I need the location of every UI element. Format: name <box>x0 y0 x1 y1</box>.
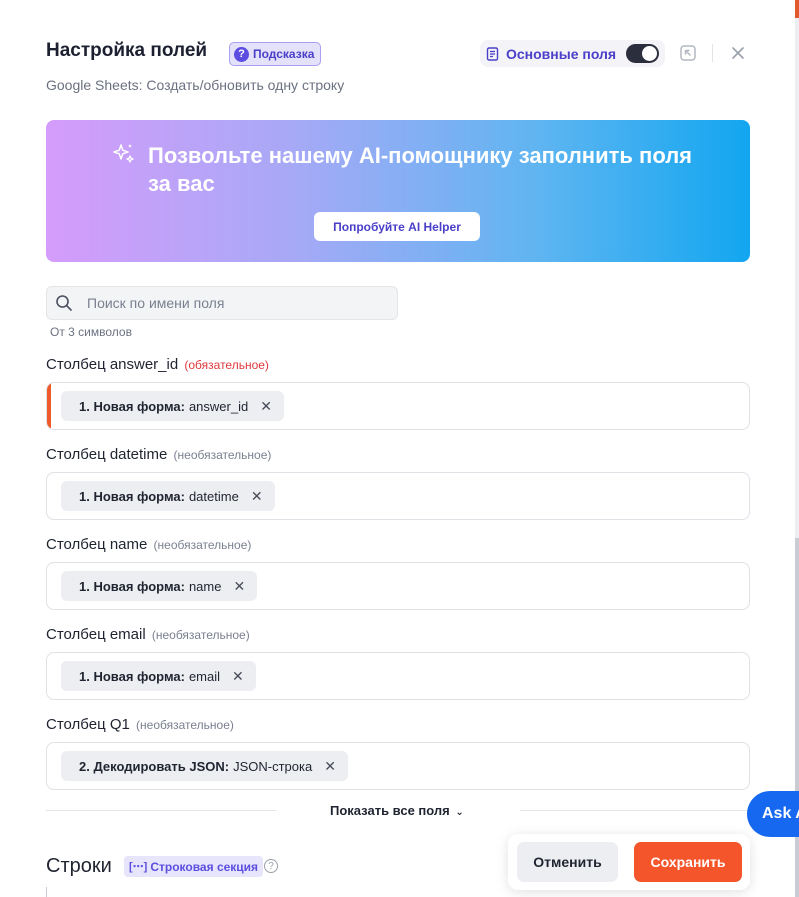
collapse-panel-icon[interactable] <box>677 42 699 64</box>
chip-source: 1. Новая форма: <box>79 488 185 504</box>
header-divider <box>712 44 713 62</box>
page-subtitle: Google Sheets: Создать/обновить одну стр… <box>46 77 345 93</box>
show-all-divider-right <box>520 810 750 811</box>
field-label-datetime: Столбец datetime (необязательное) <box>46 446 271 463</box>
search-hint: От 3 символов <box>50 325 132 339</box>
show-all-divider-left <box>46 810 276 811</box>
chip-value: answer_id <box>188 398 249 414</box>
chevron-down-icon: ⌄ <box>455 807 464 818</box>
sparkle-icon <box>112 142 136 172</box>
basic-fields-label: Основные поля <box>506 45 617 62</box>
chip-source: 2. Декодировать JSON: <box>79 758 230 774</box>
cancel-button[interactable]: Отменить <box>517 842 618 882</box>
required-tag: (обязательное) <box>184 358 269 372</box>
field-label-text: Столбец datetime <box>46 446 168 463</box>
chip-value: datetime <box>188 488 239 504</box>
row-section-icon: [⋯] <box>129 861 148 873</box>
chip-source: 1. Новая форма: <box>79 578 185 594</box>
mapped-value-chip[interactable]: 1. Новая форма: email ✕ <box>61 661 256 691</box>
remove-chip-icon[interactable]: ✕ <box>232 668 244 685</box>
chip-value: name <box>188 578 222 594</box>
field-input-answer-id[interactable]: 1. Новая форма: answer_id ✕ <box>46 382 750 430</box>
field-label-text: Столбец answer_id <box>46 356 179 373</box>
document-list-icon <box>486 46 500 61</box>
rows-section-badge: [⋯] Строковая секция <box>124 856 264 877</box>
try-ai-helper-button[interactable]: Попробуйте AI Helper <box>314 212 480 241</box>
basic-fields-switch[interactable] <box>626 44 660 63</box>
optional-tag: (необязательное) <box>173 448 272 462</box>
help-icon: ? <box>234 46 249 62</box>
field-label-text: Столбец name <box>46 536 148 553</box>
remove-chip-icon[interactable]: ✕ <box>324 758 336 775</box>
help-icon[interactable]: ? <box>264 859 278 873</box>
page-title: Настройка полей <box>46 40 208 61</box>
mapped-value-chip[interactable]: 1. Новая форма: answer_id ✕ <box>61 391 284 421</box>
search-input[interactable] <box>87 287 387 319</box>
field-label-name: Столбец name (необязательное) <box>46 536 251 553</box>
close-icon[interactable] <box>727 42 749 64</box>
field-label-text: Столбец Q1 <box>46 716 130 733</box>
field-input-name[interactable]: 1. Новая форма: name ✕ <box>46 562 750 610</box>
mapped-value-chip[interactable]: 1. Новая форма: name ✕ <box>61 571 258 601</box>
background-edge <box>795 0 799 897</box>
save-button[interactable]: Сохранить <box>634 842 742 882</box>
optional-tag: (необязательное) <box>151 628 250 642</box>
mapped-value-chip[interactable]: 1. Новая форма: datetime ✕ <box>61 481 275 511</box>
chip-source: 1. Новая форма: <box>79 668 185 684</box>
field-input-q1[interactable]: 2. Декодировать JSON: JSON-строка ✕ <box>46 742 750 790</box>
ai-helper-banner: Позвольте нашему AI-помощнику заполнить … <box>46 120 750 262</box>
hint-button[interactable]: ? Подсказка <box>229 42 322 66</box>
field-settings-panel: Настройка полей ? Подсказка Google Sheet… <box>0 0 795 897</box>
field-label-q1: Столбец Q1 (необязательное) <box>46 716 234 733</box>
field-label-email: Столбец email (необязательное) <box>46 626 250 643</box>
field-label-text: Столбец email <box>46 626 146 643</box>
chip-value: email <box>188 668 221 684</box>
rows-badge-label: Строковая секция <box>150 859 259 874</box>
switch-knob <box>642 46 658 61</box>
remove-chip-icon[interactable]: ✕ <box>233 578 245 595</box>
ai-banner-headline: Позвольте нашему AI-помощнику заполнить … <box>148 143 693 196</box>
field-label-answer-id: Столбец answer_id (обязательное) <box>46 356 269 373</box>
hint-label: Подсказка <box>253 47 315 61</box>
search-icon <box>55 294 73 312</box>
field-input-datetime[interactable]: 1. Новая форма: datetime ✕ <box>46 472 750 520</box>
basic-fields-toggle[interactable]: Основные поля <box>480 40 666 67</box>
show-all-label: Показать все поля <box>330 803 450 818</box>
rows-section-border <box>46 887 47 897</box>
optional-tag: (необязательное) <box>153 538 252 552</box>
chip-source: 1. Новая форма: <box>79 398 185 414</box>
remove-chip-icon[interactable]: ✕ <box>260 398 272 415</box>
chip-value: JSON-строка <box>233 758 313 774</box>
background-edge-accent <box>795 0 799 18</box>
show-all-fields-link[interactable]: Показать все поля ⌄ <box>330 803 464 818</box>
background-edge-gap <box>795 18 799 538</box>
mapped-value-chip[interactable]: 2. Декодировать JSON: JSON-строка ✕ <box>61 751 348 781</box>
field-input-email[interactable]: 1. Новая форма: email ✕ <box>46 652 750 700</box>
optional-tag: (необязательное) <box>136 718 234 732</box>
ask-ai-button[interactable]: Ask AI <box>747 791 799 837</box>
remove-chip-icon[interactable]: ✕ <box>251 488 263 505</box>
field-search <box>46 286 398 320</box>
rows-section-title: Строки <box>46 855 112 877</box>
